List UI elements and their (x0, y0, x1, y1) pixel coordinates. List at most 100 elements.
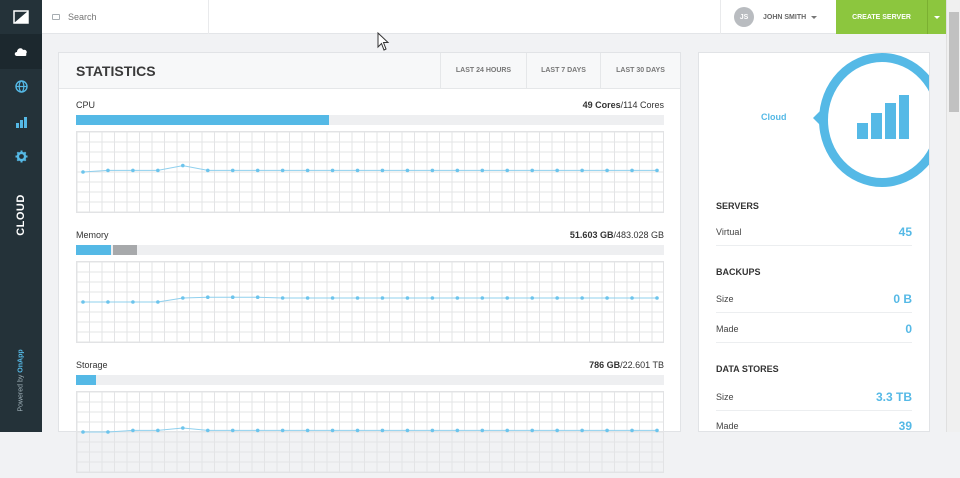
cloud-summary-panel: Cloud SERVERS Virtual 45 BACKUPS Size 0 B … (698, 52, 930, 432)
usage-point (580, 296, 584, 300)
usage-point (605, 296, 609, 300)
usage-bar-fill (76, 245, 111, 255)
topbar: JS JOHN SMITH CREATE SERVER (42, 0, 946, 34)
usage-point (380, 296, 385, 300)
servers-virtual-count[interactable]: 45 (899, 225, 912, 239)
usage-point (181, 296, 185, 300)
metric-storage: Storage 786 GB/22.601 TB (76, 360, 664, 478)
datastores-title: DATA STORES (716, 364, 779, 374)
usage-chart (76, 391, 664, 473)
usage-point (380, 168, 385, 173)
usage-bar-fill (76, 115, 329, 125)
usage-line (82, 165, 657, 173)
create-server-button[interactable]: CREATE SERVER (836, 0, 927, 34)
keyboard-icon (52, 14, 60, 20)
create-server-dropdown[interactable] (927, 0, 946, 34)
usage-point (405, 168, 410, 173)
sidebar-section-label: CLOUD (15, 194, 28, 236)
scrollbar[interactable] (946, 0, 960, 432)
sidebar-item-statistics[interactable] (0, 104, 42, 139)
usage-point (555, 296, 559, 300)
usage-point (530, 296, 535, 300)
usage-point (280, 296, 285, 300)
metric-value: 786 GB/22.601 TB (589, 360, 664, 370)
usage-point (106, 430, 110, 434)
tab-last-24-hours[interactable]: LAST 24 HOURS (440, 53, 526, 88)
cloud-circle-pointer (813, 111, 820, 125)
usage-point (630, 296, 634, 300)
backups-size-value[interactable]: 0 B (893, 292, 912, 306)
sidebar: CLOUD Powered by OnApp (0, 0, 42, 432)
metric-cpu: CPU 49 Cores/114 Cores (76, 100, 664, 218)
usage-point (106, 168, 110, 173)
servers-virtual-row: Virtual 45 (716, 218, 912, 246)
usage-point (280, 168, 285, 173)
usage-point (81, 300, 85, 304)
usage-point (255, 168, 260, 173)
usage-point (230, 295, 235, 299)
user-name: JOHN SMITH (763, 13, 807, 21)
backups-title: BACKUPS (716, 267, 761, 277)
statistics-panel: STATISTICS LAST 24 HOURS LAST 7 DAYS LAS… (58, 52, 681, 473)
usage-point (505, 296, 510, 300)
servers-title: SERVERS (716, 201, 759, 211)
usage-line (83, 296, 657, 303)
backups-made-value[interactable]: 0 (905, 322, 912, 336)
usage-point (305, 296, 310, 300)
signal-bars-icon (857, 95, 909, 139)
datastores-size-value[interactable]: 3.3 TB (876, 390, 912, 404)
datastores-made-value[interactable]: 39 (899, 419, 912, 431)
sidebar-item-settings[interactable] (0, 139, 42, 174)
sidebar-item-cloud[interactable] (0, 34, 42, 69)
usage-point (580, 168, 584, 173)
usage-point (181, 163, 185, 168)
tab-last-7-days[interactable]: LAST 7 DAYS (526, 53, 600, 88)
usage-point (455, 296, 460, 300)
metric-value: 51.603 GB/483.028 GB (569, 230, 664, 240)
search-input[interactable] (68, 12, 188, 22)
usage-point (255, 295, 260, 299)
usage-bar-fill (76, 375, 96, 385)
sidebar-item-network[interactable] (0, 69, 42, 104)
logo-icon[interactable] (0, 0, 42, 34)
usage-point (355, 168, 360, 173)
search-bar (42, 0, 209, 34)
usage-point (555, 168, 559, 173)
usage-point (330, 296, 335, 300)
metric-name: Memory (76, 230, 109, 240)
bar-chart-icon (15, 116, 27, 128)
usage-point (505, 168, 510, 173)
usage-point (156, 300, 160, 304)
usage-point (630, 168, 634, 173)
usage-point (181, 426, 185, 430)
usage-point (405, 296, 410, 300)
backups-made-row: Made 0 (716, 315, 912, 343)
usage-point (355, 296, 360, 300)
datastores-size-row: Size 3.3 TB (716, 383, 912, 411)
usage-point (655, 168, 659, 173)
statistics-header: STATISTICS LAST 24 HOURS LAST 7 DAYS LAS… (59, 53, 680, 89)
usage-point (480, 296, 485, 300)
usage-chart (76, 261, 664, 343)
usage-point (81, 170, 85, 174)
metric-value: 49 Cores/114 Cores (582, 100, 664, 110)
usage-point (480, 168, 485, 173)
backups-size-row: Size 0 B (716, 285, 912, 313)
usage-point (205, 168, 210, 173)
globe-icon (14, 80, 28, 93)
cloud-label: Cloud (761, 112, 787, 122)
usage-chart (76, 131, 664, 213)
usage-point (205, 295, 210, 299)
usage-bar (76, 115, 664, 125)
mouse-cursor-icon (377, 32, 390, 51)
usage-point (131, 168, 135, 173)
user-menu[interactable]: JS JOHN SMITH (720, 0, 836, 34)
usage-bar-fill-secondary (113, 245, 137, 255)
tab-last-30-days[interactable]: LAST 30 DAYS (600, 53, 680, 88)
usage-point (230, 168, 235, 173)
usage-point (330, 168, 335, 173)
chevron-down-icon (811, 15, 818, 19)
chevron-down-icon (934, 15, 940, 19)
scrollbar-thumb[interactable] (949, 12, 959, 112)
usage-point (530, 168, 535, 173)
